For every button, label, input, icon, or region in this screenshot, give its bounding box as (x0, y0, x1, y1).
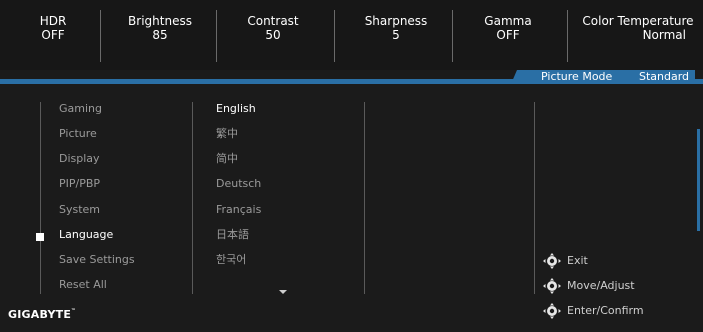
language-option-japanese[interactable]: 日本語 (216, 229, 249, 241)
sharpness-label: Sharpness (364, 14, 428, 28)
status-divider (216, 10, 217, 62)
language-option-deutsch[interactable]: Deutsch (216, 178, 261, 190)
gigabyte-logo: GIGABYTE™ (8, 308, 76, 321)
contrast-value: 50 (265, 28, 281, 42)
color-temperature-status: Color Temperature Normal (578, 14, 698, 54)
menu-item-gaming[interactable]: Gaming (59, 103, 102, 115)
contrast-status: Contrast 50 (240, 14, 306, 54)
hdr-label: HDR (39, 14, 67, 28)
menu-item-picture[interactable]: Picture (59, 128, 97, 140)
language-option-simplified-chinese[interactable]: 简中 (216, 153, 238, 165)
menu-item-language[interactable]: Language (59, 229, 113, 241)
joystick-icon (543, 303, 561, 319)
enter-confirm-hint-label: Enter/Confirm (567, 304, 644, 317)
sharpness-status: Sharpness 5 (356, 14, 436, 54)
language-option-korean[interactable]: 한국어 (216, 254, 246, 266)
exit-hint-label: Exit (567, 254, 588, 267)
menu-item-save-settings[interactable]: Save Settings (59, 254, 135, 266)
brightness-value: 85 (152, 28, 168, 42)
color-temperature-label: Color Temperature (582, 14, 694, 28)
menu-divider (192, 102, 193, 294)
language-option-english[interactable]: English (216, 103, 256, 115)
brightness-label: Brightness (128, 14, 192, 28)
color-temperature-value: Normal (642, 28, 686, 42)
menu-item-system[interactable]: System (59, 204, 100, 216)
picture-mode-label: Picture Mode (541, 70, 613, 83)
menu-item-reset-all[interactable]: Reset All (59, 279, 107, 291)
submenu-divider (364, 102, 365, 294)
hdr-value: OFF (41, 28, 65, 42)
status-divider (567, 10, 568, 62)
menu-item-pip-pbp[interactable]: PIP/PBP (59, 178, 100, 190)
sharpness-value: 5 (392, 28, 400, 42)
status-divider (452, 10, 453, 62)
menu-left-divider (40, 102, 41, 294)
brand-trademark: ™ (71, 308, 77, 314)
scroll-down-arrow-icon[interactable] (279, 290, 287, 294)
hints-divider (534, 102, 535, 294)
status-divider (334, 10, 335, 62)
language-option-francais[interactable]: Français (216, 204, 261, 216)
selection-marker (36, 233, 44, 241)
menu-item-display[interactable]: Display (59, 153, 100, 165)
move-adjust-hint-label: Move/Adjust (567, 279, 635, 292)
status-divider (100, 10, 101, 62)
hdr-status: HDR OFF (30, 14, 76, 54)
scrollbar[interactable] (697, 129, 700, 231)
brightness-status: Brightness 85 (120, 14, 200, 54)
brand-name: GIGABYTE (8, 308, 72, 321)
gamma-status: Gamma OFF (476, 14, 540, 54)
gamma-value: OFF (496, 28, 520, 42)
joystick-icon (543, 278, 561, 294)
language-option-traditional-chinese[interactable]: 繁中 (216, 128, 238, 140)
picture-mode-value: Standard (639, 70, 690, 83)
joystick-icon (543, 253, 561, 269)
gamma-label: Gamma (484, 14, 532, 28)
contrast-label: Contrast (247, 14, 299, 28)
